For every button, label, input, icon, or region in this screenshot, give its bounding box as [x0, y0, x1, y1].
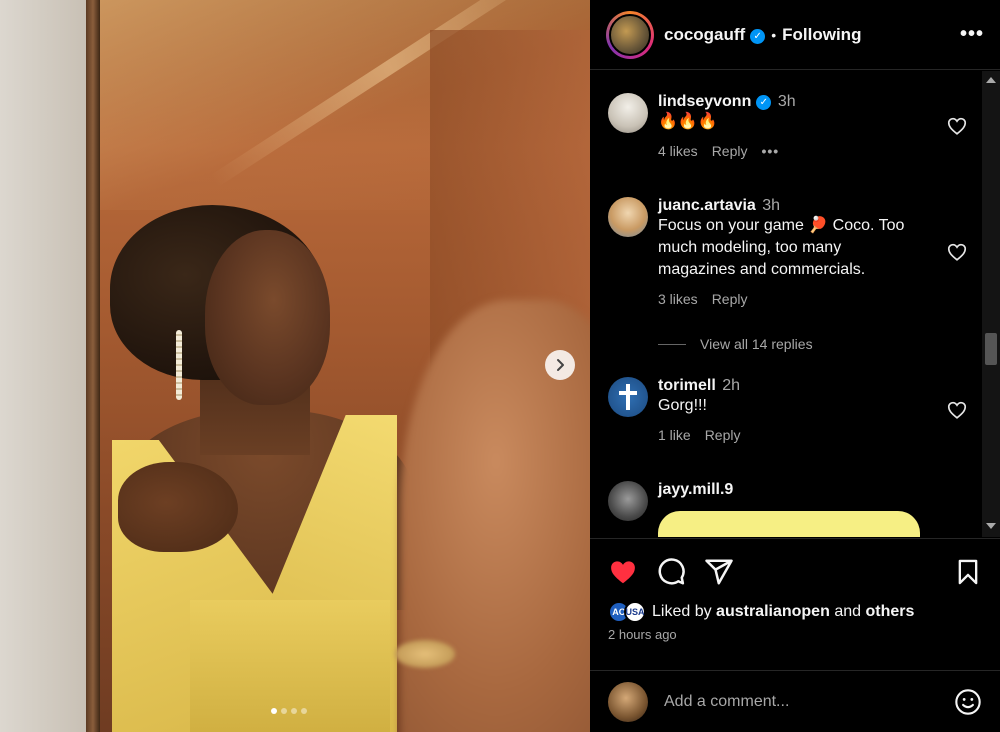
likes-joiner: and — [834, 603, 862, 620]
post-timestamp[interactable]: 2 hours ago — [608, 627, 982, 642]
commenter-avatar[interactable] — [608, 377, 648, 417]
comment-username[interactable]: juanc.artavia — [658, 197, 756, 214]
comment-more-icon[interactable]: ••• — [761, 143, 779, 159]
heart-icon[interactable] — [946, 115, 968, 137]
comment-username[interactable]: lindseyvonn — [658, 93, 751, 110]
earring — [176, 330, 182, 400]
carousel-dot[interactable] — [281, 708, 287, 714]
post-image[interactable] — [0, 0, 590, 732]
share-icon[interactable] — [704, 557, 734, 587]
bracelet — [395, 640, 455, 668]
post-actions: AO USA Liked by australianopen and other… — [590, 538, 1000, 642]
author-avatar[interactable] — [606, 10, 654, 59]
comment-text: Focus on your game 🏓 Coco. Too much mode… — [658, 217, 905, 278]
model-face — [205, 230, 330, 405]
add-comment-bar — [590, 670, 1000, 732]
carousel-next-button[interactable] — [545, 350, 575, 380]
likes-others-link[interactable]: others — [865, 603, 914, 620]
comment-item: lindseyvonn ✓ 3h 🔥🔥🔥 4 likes Reply ••• — [608, 93, 968, 159]
reply-button[interactable]: Reply — [712, 143, 748, 159]
comment-username[interactable]: torimell — [658, 377, 716, 394]
model-hand — [118, 462, 238, 552]
post-side-panel: cocogauff ✓ • Following ••• lindseyvonn ✓ … — [590, 0, 1000, 732]
heart-filled-icon[interactable] — [608, 557, 638, 587]
comment-item: torimell 2h Gorg!!! 1 like Reply — [608, 377, 968, 443]
header-separator: • — [771, 26, 777, 43]
scroll-up-arrow[interactable] — [986, 77, 996, 83]
comment-text: 🔥🔥🔥 — [658, 113, 718, 130]
add-comment-input[interactable] — [664, 692, 934, 711]
commenter-avatar[interactable] — [608, 481, 648, 521]
liker-avatar: USA — [624, 601, 646, 623]
carousel-indicator — [271, 708, 307, 714]
likes-summary[interactable]: AO USA Liked by australianopen and other… — [608, 601, 982, 623]
comment-time: 3h — [777, 93, 796, 110]
comment-text: Gorg!!! — [658, 397, 707, 414]
verified-icon: ✓ — [756, 95, 772, 110]
likes-prefix: Liked by — [652, 603, 712, 620]
view-replies-button[interactable]: View all 14 replies — [658, 336, 813, 352]
comments-scrollbar[interactable] — [982, 71, 1000, 537]
scroll-thumb[interactable] — [985, 333, 997, 365]
following-button[interactable]: Following — [782, 25, 861, 45]
current-user-avatar — [608, 681, 648, 722]
comment-time: 2h — [722, 377, 741, 394]
comments-list: lindseyvonn ✓ 3h 🔥🔥🔥 4 likes Reply ••• ju… — [590, 71, 1000, 537]
comment-likes[interactable]: 1 like — [658, 427, 691, 443]
liker-username[interactable]: australianopen — [716, 603, 830, 620]
scroll-down-arrow[interactable] — [986, 523, 996, 529]
post-header: cocogauff ✓ • Following ••• — [590, 0, 1000, 70]
commenter-avatar[interactable] — [608, 93, 648, 133]
carousel-dot[interactable] — [271, 708, 277, 714]
bookmark-icon[interactable] — [954, 558, 982, 586]
carousel-dot[interactable] — [301, 708, 307, 714]
comment-time: 3h — [762, 197, 781, 214]
comment-likes[interactable]: 4 likes — [658, 143, 698, 159]
carousel-dot[interactable] — [291, 708, 297, 714]
heart-icon[interactable] — [946, 399, 968, 421]
reply-button[interactable]: Reply — [705, 427, 741, 443]
author-username[interactable]: cocogauff ✓ — [664, 25, 766, 45]
heart-icon[interactable] — [946, 241, 968, 263]
verified-icon: ✓ — [750, 28, 766, 44]
more-options-icon[interactable]: ••• — [960, 23, 984, 46]
comment-username[interactable]: jayy.mill.9 — [658, 481, 733, 498]
comment-likes[interactable]: 3 likes — [658, 291, 698, 307]
comment-image-preview — [658, 511, 920, 537]
comment-item: juanc.artavia 3h Focus on your game 🏓 Co… — [608, 197, 968, 307]
wall — [0, 0, 88, 732]
reply-button[interactable]: Reply — [712, 291, 748, 307]
mirror-frame — [86, 0, 100, 732]
comment-icon[interactable] — [656, 557, 686, 587]
emoji-icon[interactable] — [954, 688, 982, 716]
commenter-avatar[interactable] — [608, 197, 648, 237]
chevron-right-icon — [557, 359, 564, 371]
